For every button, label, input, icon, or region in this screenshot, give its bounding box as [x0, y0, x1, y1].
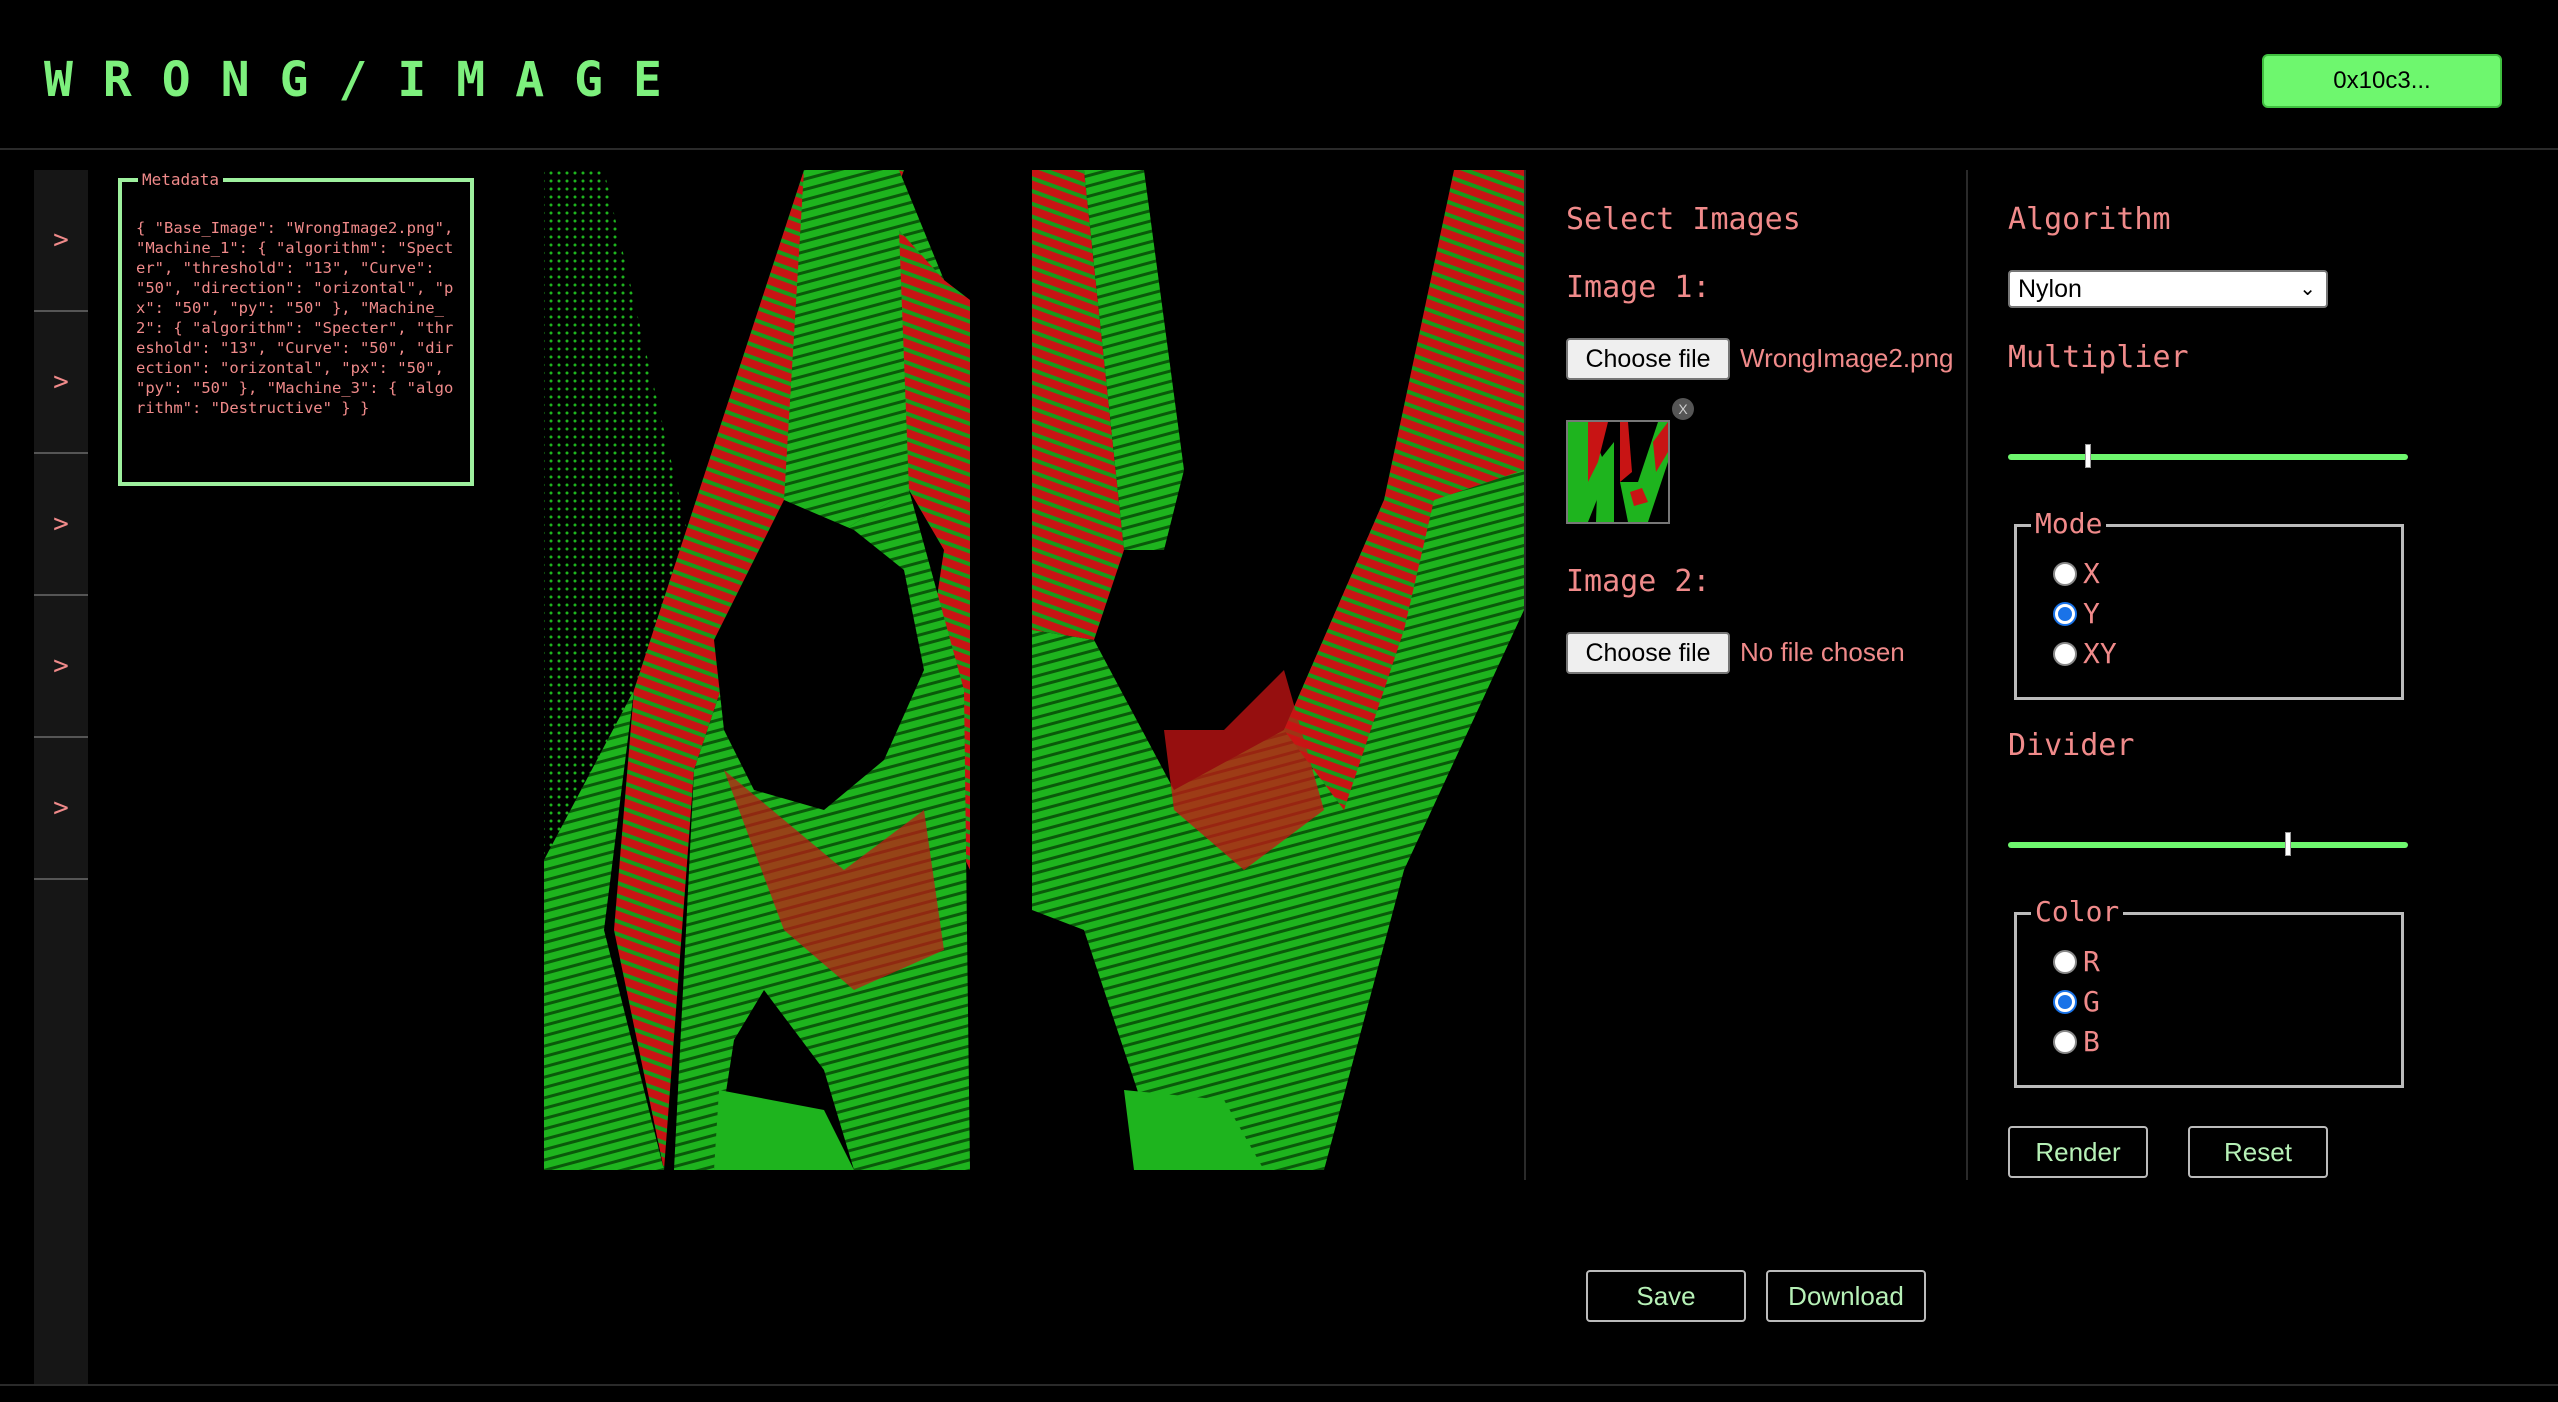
radio-button[interactable]: [2053, 561, 2077, 586]
chevron-right-icon: >: [53, 367, 69, 397]
chevron-right-icon: >: [53, 225, 69, 255]
chevron-right-icon: >: [53, 509, 69, 539]
image1-file-name: WrongImage2.png: [1740, 343, 1954, 373]
radio-label: X: [2083, 557, 2100, 590]
radio-button[interactable]: [2053, 601, 2077, 626]
remove-thumbnail-button[interactable]: X: [1672, 398, 1694, 420]
color-option-b[interactable]: B: [2053, 1025, 2100, 1058]
radio-label: R: [2083, 945, 2100, 978]
sidebar-item-5[interactable]: >: [34, 738, 88, 880]
slider-track: [2008, 842, 2408, 848]
slider-thumb[interactable]: [2285, 832, 2291, 856]
divider-line: [1966, 170, 1968, 1180]
radio-button[interactable]: [2053, 1029, 2077, 1054]
algorithm-select[interactable]: Nylon ⌄: [2008, 270, 2328, 308]
image1-label: Image 1:: [1566, 270, 1711, 305]
render-canvas[interactable]: [524, 170, 1524, 1170]
radio-label: B: [2083, 1025, 2100, 1058]
generated-image: [544, 170, 1524, 1170]
sidebar-item-1[interactable]: >: [34, 170, 88, 312]
sidebar-item-3[interactable]: >: [34, 454, 88, 596]
radio-label: XY: [2083, 637, 2117, 670]
render-button[interactable]: Render: [2008, 1126, 2148, 1178]
mode-option-x[interactable]: X: [2053, 557, 2100, 590]
wallet-button[interactable]: 0x10c3...: [2262, 54, 2502, 108]
slider-thumb[interactable]: [2085, 444, 2091, 468]
chevron-right-icon: >: [53, 793, 69, 823]
color-fieldset: Color R G B: [2014, 895, 2404, 1088]
divider-label: Divider: [2008, 728, 2135, 763]
image2-file-name: No file chosen: [1740, 637, 1905, 667]
divider-line: [1524, 170, 1526, 1180]
download-button[interactable]: Download: [1766, 1270, 1926, 1322]
sidebar: > > > > >: [34, 170, 88, 1385]
thumbnail-image: [1568, 422, 1668, 522]
mode-legend: Mode: [2031, 507, 2107, 540]
color-option-r[interactable]: R: [2053, 945, 2100, 978]
image2-label: Image 2:: [1566, 564, 1711, 599]
radio-label: G: [2083, 985, 2100, 1018]
chevron-down-icon: ⌄: [2299, 278, 2316, 300]
mode-fieldset: Mode X Y XY: [2014, 507, 2404, 700]
algorithm-selected-value: Nylon: [2018, 274, 2082, 303]
image1-thumbnail: [1566, 420, 1670, 524]
metadata-json: { "Base_Image": "WrongImage2.png", "Mach…: [136, 219, 463, 417]
color-option-g[interactable]: G: [2053, 985, 2100, 1018]
sidebar-item-2[interactable]: >: [34, 312, 88, 454]
metadata-panel: Metadata { "Base_Image": "WrongImage2.pn…: [118, 170, 474, 486]
save-button[interactable]: Save: [1586, 1270, 1746, 1322]
metadata-legend: Metadata: [138, 170, 224, 189]
radio-label: Y: [2083, 597, 2100, 630]
image1-choose-file-button[interactable]: Choose file: [1566, 338, 1730, 380]
select-images-title: Select Images: [1566, 202, 1801, 237]
chevron-right-icon: >: [53, 651, 69, 681]
image2-choose-file-button[interactable]: Choose file: [1566, 632, 1730, 674]
app-header: WRONG/IMAGE 0x10c3...: [0, 0, 2558, 150]
multiplier-label: Multiplier: [2008, 340, 2189, 375]
divider-slider[interactable]: [2008, 830, 2408, 860]
multiplier-slider[interactable]: [2008, 442, 2408, 472]
radio-button[interactable]: [2053, 989, 2077, 1014]
color-legend: Color: [2031, 895, 2124, 928]
radio-button[interactable]: [2053, 641, 2077, 666]
radio-button[interactable]: [2053, 949, 2077, 974]
reset-button[interactable]: Reset: [2188, 1126, 2328, 1178]
algorithm-label: Algorithm: [2008, 202, 2171, 237]
sidebar-item-4[interactable]: >: [34, 596, 88, 738]
slider-track: [2008, 454, 2408, 460]
app-logo: WRONG/IMAGE: [44, 52, 692, 108]
footer-divider: [0, 1384, 2558, 1386]
mode-option-xy[interactable]: XY: [2053, 637, 2117, 670]
mode-option-y[interactable]: Y: [2053, 597, 2100, 630]
